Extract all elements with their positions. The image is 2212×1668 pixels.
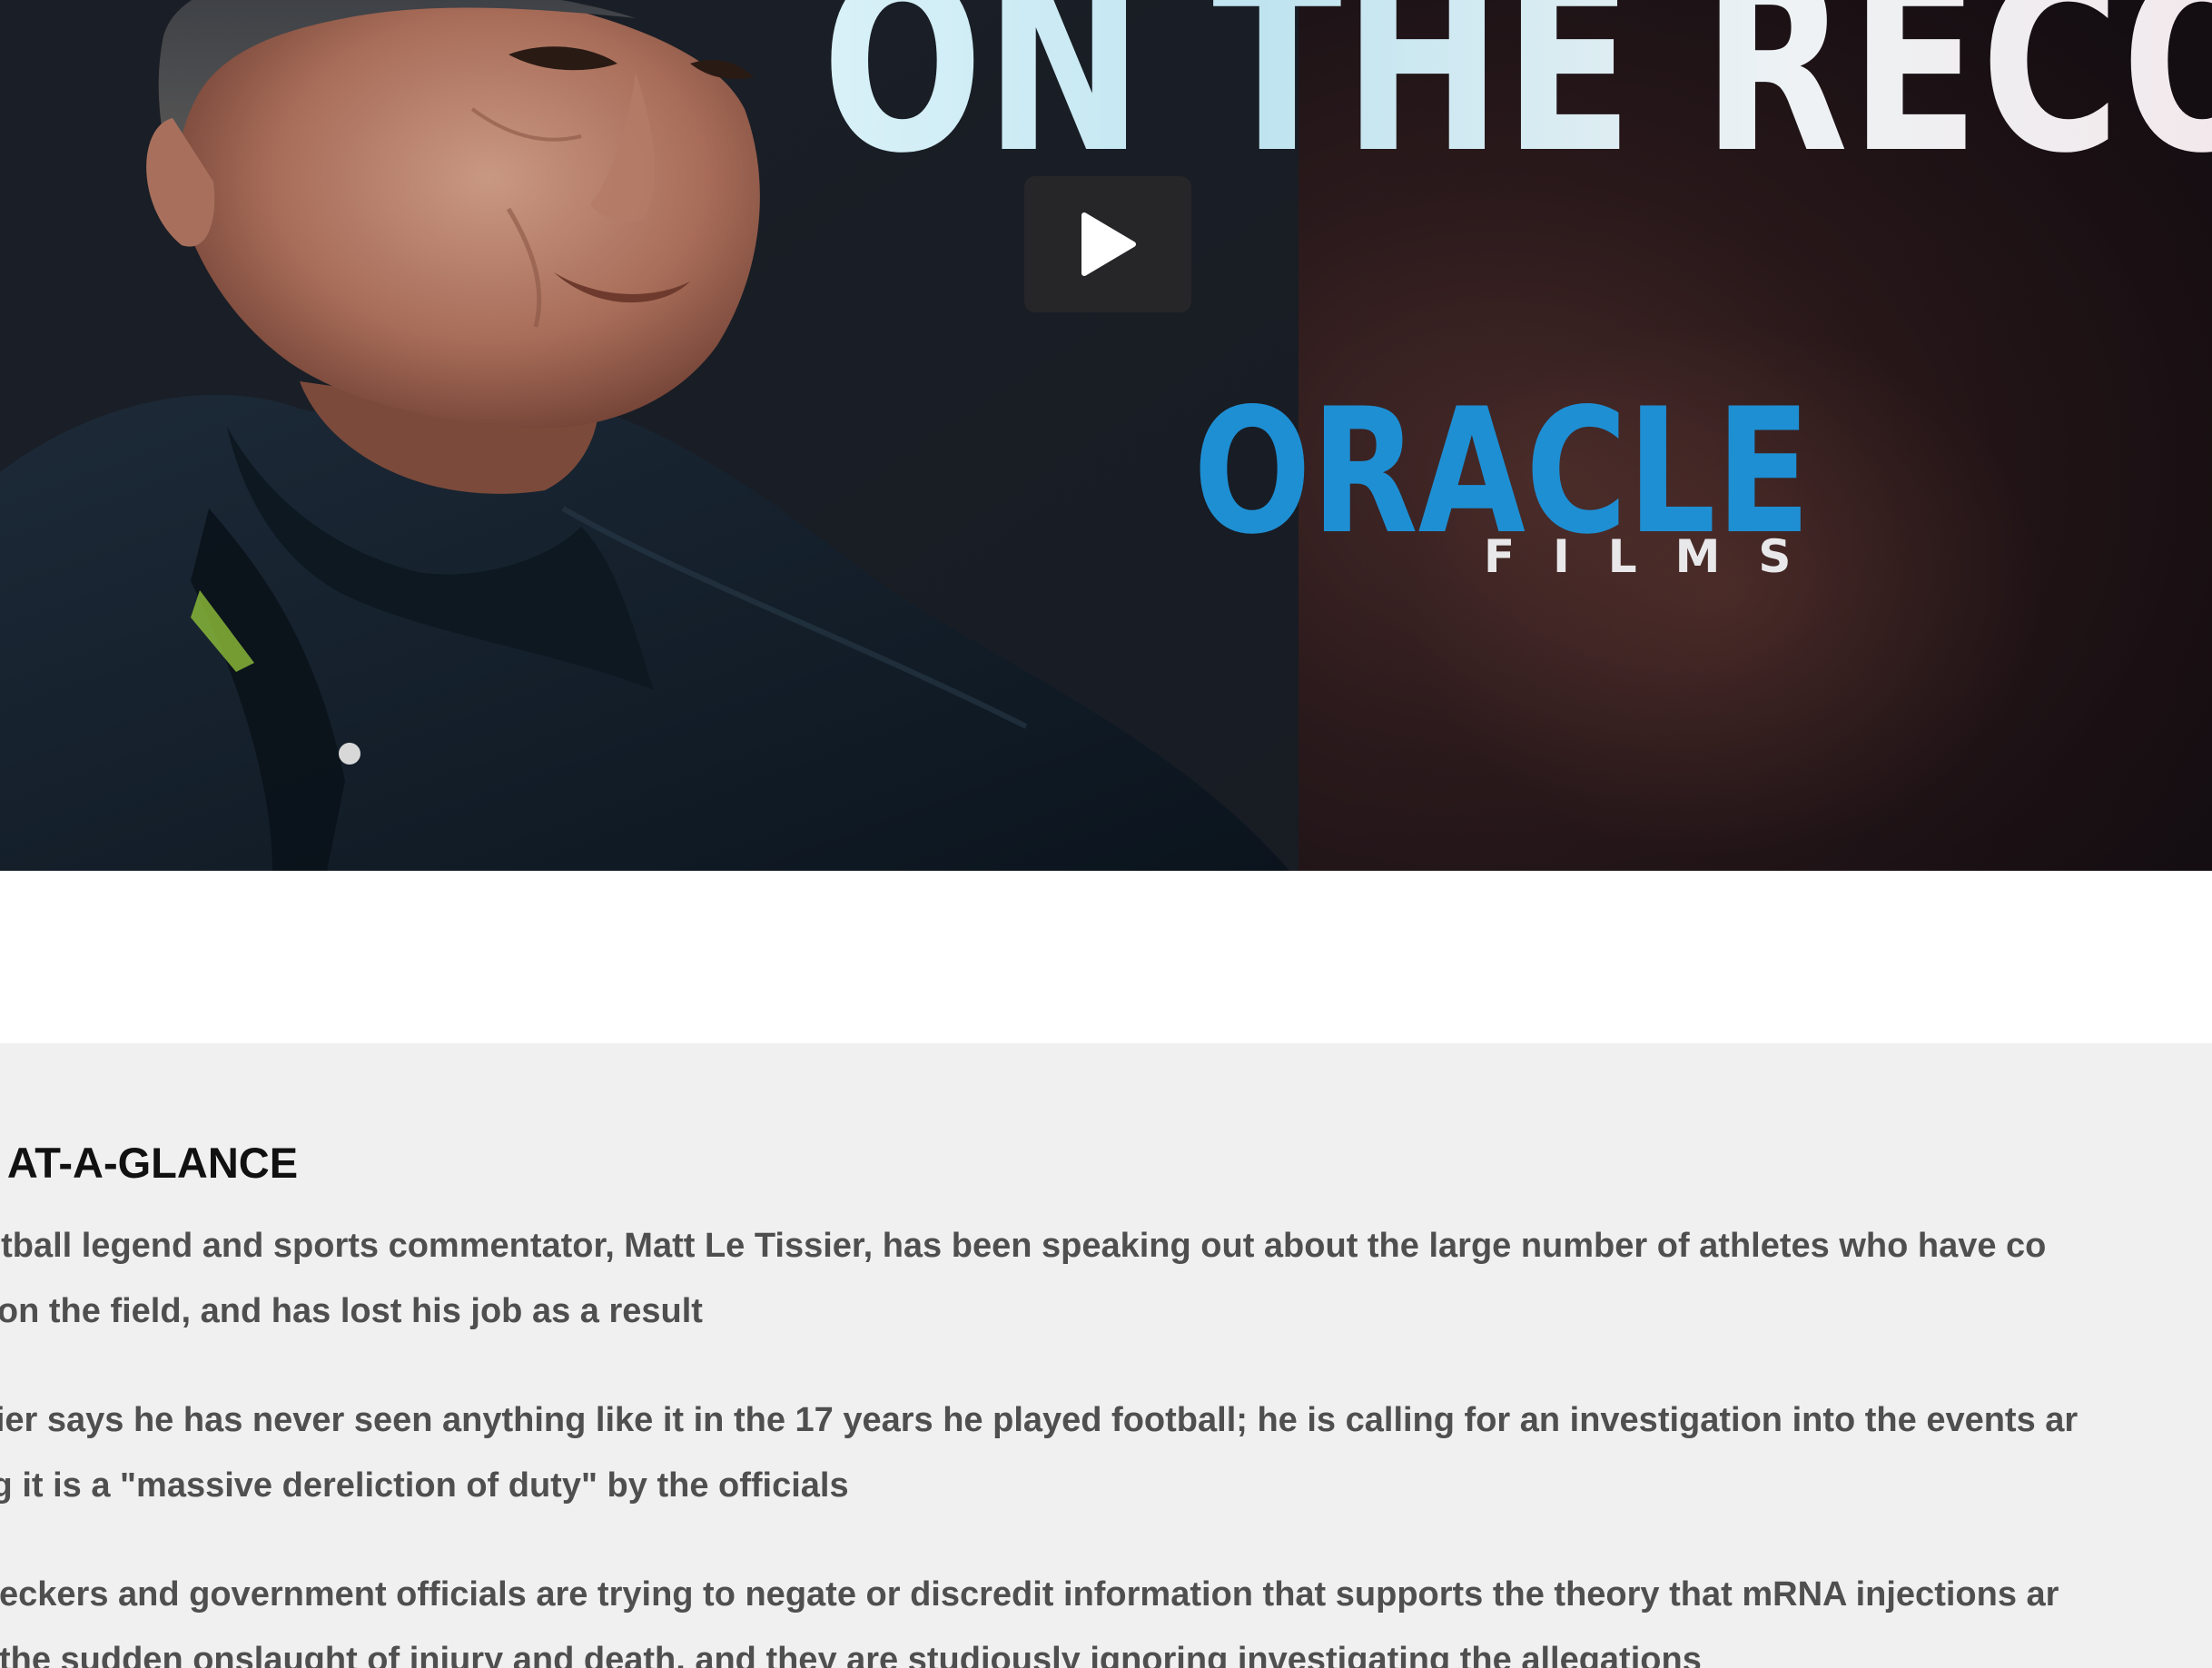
summary-item-line: ring it is a "massive dereliction of dut… [0,1466,849,1505]
video-headline: ON THE RECORD [822,0,2212,187]
svg-text:FILMS: FILMS [1484,530,1820,581]
summary-section: Y AT-A-GLANCE football legend and sports… [0,1043,2212,1668]
summary-item-line: -checkers and government officials are t… [0,1575,2059,1614]
summary-item: issier says he has never seen anything l… [0,1387,2212,1518]
play-button[interactable] [1024,176,1191,312]
summary-item: -checkers and government officials are t… [0,1562,2212,1668]
summary-title: Y AT-A-GLANCE [0,1139,299,1187]
summary-item-line: nd the sudden onslaught of injury and de… [0,1641,1702,1668]
page: ON THE RECORD ORACLE FILMS Y AT-A-GLANCE… [0,0,2212,1668]
summary-item: football legend and sports commentator, … [0,1213,2212,1344]
summary-item-line: football legend and sports commentator, … [0,1227,2047,1265]
summary-item-line: issier says he has never seen anything l… [0,1401,2079,1439]
video-player[interactable]: ON THE RECORD ORACLE FILMS [0,0,2212,871]
play-icon [1081,212,1136,276]
summary-item-line: ed on the field, and has lost his job as… [0,1292,703,1330]
oracle-films-logo: ORACLE FILMS [1193,386,1820,581]
